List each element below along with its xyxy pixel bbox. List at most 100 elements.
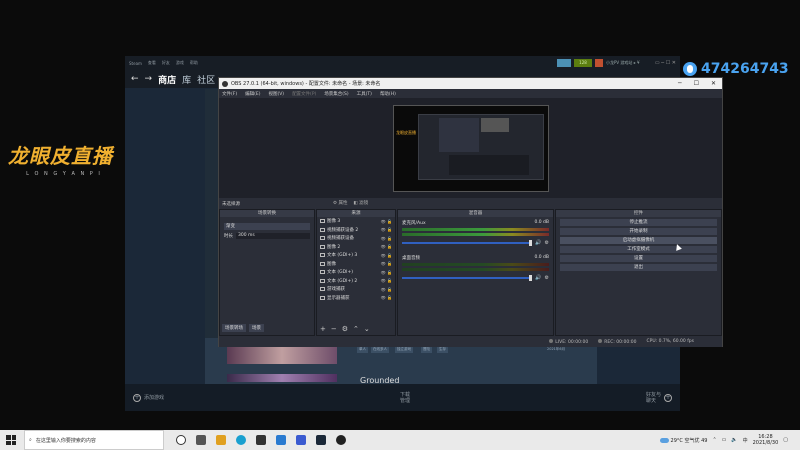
menu-profile[interactable]: 配置文件(P) (292, 91, 316, 97)
visibility-lock-icon[interactable]: 👁 🔓 (381, 295, 392, 300)
tab-scenes[interactable]: 场景 (249, 324, 264, 332)
source-item[interactable]: 文本 (GDI+) 👁 🔓 (317, 268, 395, 277)
edge-icon[interactable] (236, 435, 246, 445)
slider-handle[interactable] (529, 275, 533, 281)
steam-menu-steam[interactable]: Steam (129, 61, 142, 66)
volume-slider[interactable] (402, 240, 533, 246)
source-item[interactable]: 文本 (GDI+) 2 👁 🔓 (317, 277, 395, 286)
menu-edit[interactable]: 编辑(E) (245, 91, 260, 97)
game-tag[interactable]: 独立游戏 (395, 346, 413, 353)
qq-number: 474264743 (701, 61, 789, 77)
close-icon[interactable]: ✕ (711, 80, 716, 87)
visibility-lock-icon[interactable]: 👁 🔓 (381, 261, 392, 266)
steam-menu-help[interactable]: 帮助 (190, 60, 198, 66)
visibility-lock-icon[interactable]: 👁 🔓 (381, 287, 392, 292)
broadcast-button[interactable] (557, 59, 571, 67)
cortana-icon[interactable] (176, 435, 186, 445)
gear-icon[interactable]: ⚙ (545, 240, 549, 246)
add-source-icon[interactable]: + (320, 325, 326, 333)
visibility-lock-icon[interactable]: 👁 🔓 (381, 244, 392, 249)
menu-help[interactable]: 帮助(H) (380, 91, 396, 97)
source-item[interactable]: 图像 👁 🔓 (317, 260, 395, 269)
account-name[interactable]: 小龙PV 游戏站 ▸ ¥194.72 (606, 60, 640, 66)
visibility-lock-icon[interactable]: 👁 🔓 (381, 219, 392, 224)
move-down-icon[interactable]: ⌄ (364, 325, 370, 333)
source-item[interactable]: 视频捕获设备 2 👁 🔓 (317, 226, 395, 235)
exit-button[interactable]: 退出 (560, 264, 717, 271)
forward-arrow-icon[interactable]: → (145, 74, 153, 84)
minimize-icon[interactable]: ─ (678, 80, 682, 87)
remove-source-icon[interactable]: − (331, 325, 337, 333)
notification-icon[interactable]: ▢ (783, 437, 788, 443)
back-arrow-icon[interactable]: ← (131, 74, 139, 84)
task-view-icon[interactable] (196, 435, 206, 445)
speaker-icon[interactable]: 🔊 (535, 275, 541, 281)
steam-menu-games[interactable]: 游戏 (176, 60, 184, 66)
source-item[interactable]: 显示器捕获 👁 🔓 (317, 294, 395, 303)
speaker-icon[interactable]: 🔊 (535, 240, 541, 246)
gear-icon[interactable]: ⚙ (545, 275, 549, 281)
game-tag[interactable]: 在线多人 (371, 346, 389, 353)
transition-select[interactable]: 渐变 (224, 223, 310, 230)
source-item[interactable]: 图像 3 👁 🔓 (317, 217, 395, 226)
stop-streaming-button[interactable]: 停止推流 (560, 219, 717, 226)
tab-transitions[interactable]: 场景转场 (222, 324, 246, 332)
app-icon[interactable] (296, 435, 306, 445)
nav-community[interactable]: 社区 (197, 73, 215, 86)
menu-file[interactable]: 文件(F) (222, 91, 237, 97)
visibility-lock-icon[interactable]: 👁 🔓 (381, 278, 392, 283)
chevron-up-icon[interactable]: ⌃ (712, 437, 716, 443)
taskbar-search[interactable]: ⌕ 在这里输入你要搜索的内容 (24, 430, 164, 450)
gear-icon[interactable]: ⚙ (342, 325, 348, 333)
steam-menu-view[interactable]: 查看 (148, 60, 156, 66)
obs-preview-area[interactable]: 龙眼皮直播 (219, 98, 722, 198)
avatar[interactable] (595, 59, 603, 67)
network-icon[interactable]: ▭ (722, 437, 727, 443)
start-recording-button[interactable]: 开始录制 (560, 228, 717, 235)
nav-store[interactable]: 商店 (158, 73, 176, 86)
weather-widget[interactable]: 29°C 空气优 49 (659, 437, 707, 444)
steam-icon[interactable] (316, 435, 326, 445)
properties-button[interactable]: ⚙ 属性 (333, 200, 347, 206)
game-tag[interactable]: 生存 (437, 346, 448, 353)
source-item[interactable]: 图像 2 👁 🔓 (317, 243, 395, 252)
windows-start-icon[interactable] (6, 435, 16, 445)
move-up-icon[interactable]: ⌃ (353, 325, 359, 333)
nav-library[interactable]: 库 (182, 73, 191, 86)
wallet-button[interactable]: 128 (574, 59, 592, 67)
store-icon[interactable] (256, 435, 266, 445)
source-item[interactable]: 文本 (GDI+) 3 👁 🔓 (317, 251, 395, 260)
filters-button[interactable]: ◧ 滤镜 (353, 200, 368, 206)
ime-indicator[interactable]: 中 (743, 437, 748, 444)
source-item[interactable]: 视频捕获设备 👁 🔓 (317, 234, 395, 243)
slider-handle[interactable] (529, 240, 533, 246)
visibility-lock-icon[interactable]: 👁 🔓 (381, 236, 392, 241)
game-tag[interactable]: 单人 (357, 346, 368, 353)
duration-input[interactable]: 300 ms (236, 233, 310, 239)
studio-mode-button[interactable]: 工作室模式 (560, 246, 717, 253)
menu-tools[interactable]: 工具(T) (357, 91, 372, 97)
visibility-lock-icon[interactable]: 👁 🔓 (381, 227, 392, 232)
source-item[interactable]: 游戏捕获 👁 🔓 (317, 285, 395, 294)
start-virtual-camera-button[interactable]: 启动虚拟摄像机 (560, 237, 717, 244)
steam-menu-friends[interactable]: 好友 (162, 60, 170, 66)
downloads-button[interactable]: 下载 管理 (400, 392, 410, 404)
obs-icon[interactable] (336, 435, 346, 445)
add-game-button[interactable]: + 添加游戏 (133, 393, 164, 402)
volume-slider[interactable] (402, 275, 533, 281)
menu-view[interactable]: 视图(V) (268, 91, 284, 97)
file-explorer-icon[interactable] (216, 435, 226, 445)
menu-scene-collection[interactable]: 场景集合(S) (324, 91, 348, 97)
game-tag[interactable]: 冒险 (421, 346, 432, 353)
clock[interactable]: 16:28 2021/8/30 (753, 434, 779, 446)
steam-window-controls[interactable]: ▭ ─ ☐ ✕ (655, 60, 676, 66)
settings-button[interactable]: 设置 (560, 255, 717, 262)
volume-icon[interactable]: 🔈 (731, 437, 737, 443)
rec-time: REC: 00:00:00 (604, 339, 637, 345)
visibility-lock-icon[interactable]: 👁 🔓 (381, 253, 392, 258)
friends-chat-button[interactable]: 好友与 聊天 + (646, 392, 672, 404)
mail-icon[interactable] (276, 435, 286, 445)
maximize-icon[interactable]: ☐ (694, 80, 699, 87)
preview-canvas[interactable]: 龙眼皮直播 (393, 105, 549, 192)
visibility-lock-icon[interactable]: 👁 🔓 (381, 270, 392, 275)
